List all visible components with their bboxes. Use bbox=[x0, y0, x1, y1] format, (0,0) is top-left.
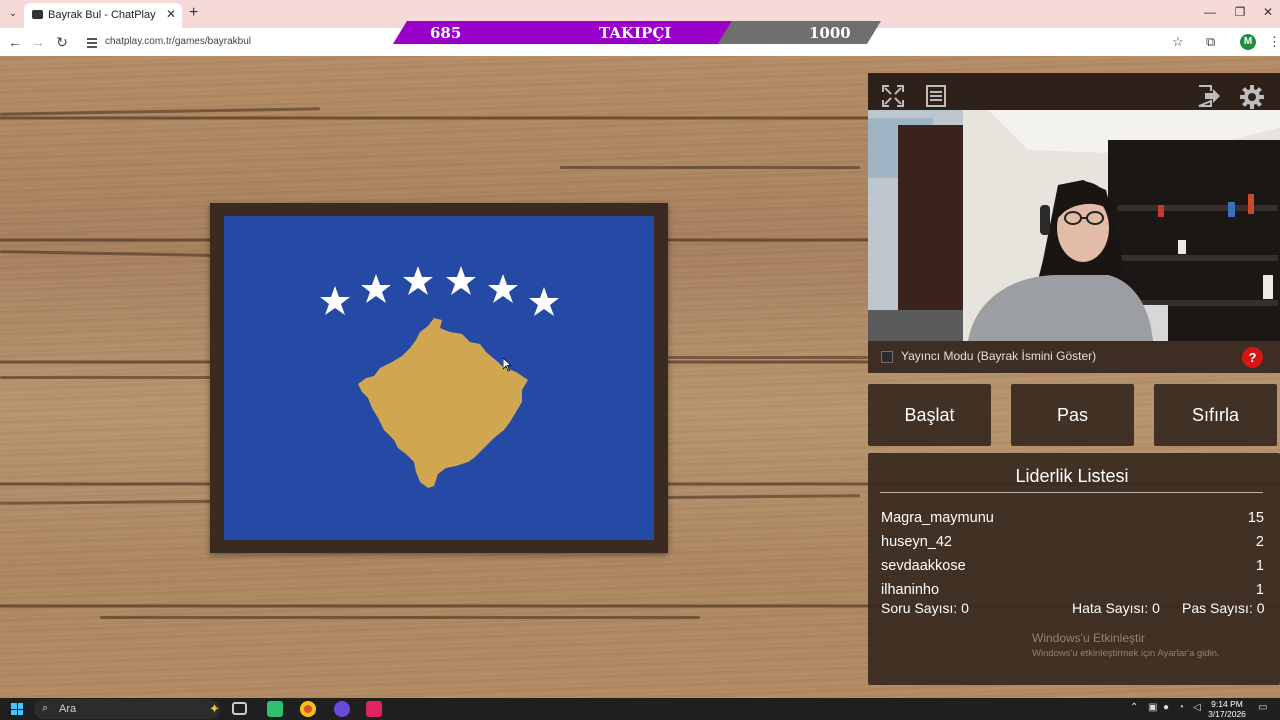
error-count: Hata Sayısı: 0 bbox=[1072, 600, 1160, 616]
close-window-icon[interactable]: ✕ bbox=[1258, 5, 1278, 19]
profile-avatar[interactable]: M bbox=[1240, 34, 1256, 50]
maximize-icon[interactable]: ❐ bbox=[1230, 5, 1250, 19]
follower-progress-bar: 685 TAKIPÇI 1000 bbox=[393, 21, 881, 44]
bookmark-star-icon[interactable]: ☆ bbox=[1172, 34, 1184, 50]
chrome-icon[interactable] bbox=[300, 701, 316, 717]
back-icon[interactable]: ← bbox=[6, 34, 24, 50]
pass-button[interactable]: Pas bbox=[1011, 384, 1134, 446]
question-count: Soru Sayısı: 0 bbox=[881, 600, 969, 616]
network-icon[interactable]: ▣ bbox=[1148, 702, 1157, 713]
wood-grain bbox=[0, 250, 216, 257]
menu-icon[interactable]: ⋮ bbox=[1268, 34, 1280, 50]
clock-time: 9:14 PM bbox=[1211, 699, 1243, 709]
system-clock[interactable]: 9:14 PM 3/17/2026 bbox=[1206, 699, 1248, 719]
wood-grain bbox=[100, 616, 700, 619]
task-view-icon[interactable] bbox=[232, 702, 247, 715]
wood-grain bbox=[0, 376, 210, 379]
tab-list-icon[interactable]: ⌄ bbox=[4, 5, 22, 23]
obs-icon[interactable] bbox=[334, 701, 350, 717]
volume-icon[interactable]: ◁ bbox=[1193, 702, 1201, 713]
flag-image bbox=[224, 216, 654, 540]
windows-activation-text: Windows'u etkinleştirmek için Ayarlar'a … bbox=[1032, 648, 1220, 659]
list-icon bbox=[926, 85, 946, 107]
taskbar-search[interactable]: ⌕ Ara ✦ bbox=[34, 699, 220, 719]
reset-button[interactable]: Sıfırla bbox=[1154, 384, 1277, 446]
flag-svg bbox=[224, 216, 654, 540]
leaderboard-row: huseyn_42 2 bbox=[881, 534, 1264, 556]
player-name: Magra_maymunu bbox=[881, 510, 994, 526]
clock-date: 3/17/2026 bbox=[1208, 709, 1246, 719]
exit-button[interactable] bbox=[1188, 78, 1228, 114]
player-score: 2 bbox=[1255, 534, 1264, 550]
game-area: Yayıncı Modu (Bayrak İsmini Göster) ? Ba… bbox=[0, 56, 1280, 698]
reload-icon[interactable]: ↻ bbox=[53, 34, 71, 50]
exit-icon bbox=[1198, 85, 1220, 107]
follower-label: TAKIPÇI bbox=[599, 24, 672, 42]
tray-chevron-icon[interactable]: ⌃ bbox=[1130, 702, 1138, 713]
list-button[interactable] bbox=[916, 78, 956, 114]
follower-goal: 1000 bbox=[809, 24, 851, 42]
search-icon: ⌕ bbox=[42, 702, 49, 714]
streamer-mode-row: Yayıncı Modu (Bayrak İsmini Göster) ? bbox=[868, 341, 1280, 373]
wifi-icon[interactable]: ◔ bbox=[1178, 702, 1184, 713]
leaderboard-row: sevdaakkose 1 bbox=[881, 558, 1264, 580]
taskbar: ⌕ Ara ✦ ⌃ ▣ ● ◔ ◁ 9:14 PM 3/17/2026 ▭ bbox=[0, 698, 1280, 720]
favicon-icon bbox=[32, 10, 43, 19]
site-info-icon[interactable] bbox=[86, 36, 98, 48]
windows-start-icon[interactable] bbox=[11, 703, 23, 715]
microphone-icon[interactable]: ● bbox=[1163, 702, 1169, 713]
windows-activation-title: Windows'u Etkinleştir bbox=[1032, 631, 1145, 645]
extensions-icon[interactable]: ⧉ bbox=[1206, 34, 1215, 50]
wood-grain bbox=[668, 356, 868, 359]
app-icon[interactable] bbox=[366, 701, 382, 717]
settings-button[interactable] bbox=[1231, 78, 1271, 114]
fullscreen-button[interactable] bbox=[873, 78, 913, 114]
minimize-icon[interactable]: — bbox=[1200, 5, 1220, 19]
player-score: 15 bbox=[1247, 510, 1264, 526]
player-score: 1 bbox=[1255, 558, 1264, 574]
help-icon[interactable]: ? bbox=[1242, 347, 1263, 368]
copilot-sparkle-icon: ✦ bbox=[209, 701, 220, 716]
leaderboard-title: Liderlik Listesi bbox=[1015, 466, 1129, 486]
fullscreen-icon bbox=[882, 85, 904, 107]
start-button[interactable]: Başlat bbox=[868, 384, 991, 446]
player-score: 1 bbox=[1255, 582, 1264, 598]
mouse-cursor-icon bbox=[503, 358, 511, 372]
notifications-icon[interactable]: ▭ bbox=[1258, 702, 1267, 713]
tab-title: Bayrak Bul - ChatPlay bbox=[48, 9, 156, 21]
wood-grain bbox=[560, 166, 860, 169]
app-icon[interactable] bbox=[267, 701, 283, 717]
browser-tab[interactable]: Bayrak Bul - ChatPlay ✕ bbox=[24, 3, 182, 28]
url-field[interactable]: chatplay.com.tr/games/bayrakbul bbox=[105, 36, 251, 47]
leaderboard-row: Magra_maymunu 15 bbox=[881, 510, 1264, 532]
wood-grain bbox=[0, 107, 321, 116]
settings-gear-icon bbox=[1240, 85, 1264, 109]
leaderboard-panel: Liderlik Listesi Magra_maymunu 15 huseyn… bbox=[868, 453, 1280, 685]
webcam-feed bbox=[868, 110, 1280, 341]
close-tab-icon[interactable]: ✕ bbox=[166, 7, 176, 21]
pass-count: Pas Sayısı: 0 bbox=[1182, 600, 1265, 616]
player-name: ilhaninho bbox=[881, 582, 940, 598]
search-placeholder: Ara bbox=[59, 703, 77, 715]
player-name: sevdaakkose bbox=[881, 558, 966, 574]
forward-icon[interactable]: → bbox=[29, 34, 47, 50]
webcam-container: Yayıncı Modu (Bayrak İsmini Göster) ? bbox=[868, 73, 1280, 373]
streamer-mode-label[interactable]: Yayıncı Modu (Bayrak İsmini Göster) bbox=[901, 349, 1096, 363]
new-tab-icon[interactable]: + bbox=[189, 4, 198, 22]
player-name: huseyn_42 bbox=[881, 534, 952, 550]
flag-frame bbox=[210, 203, 668, 553]
leaderboard-divider bbox=[880, 492, 1263, 493]
follower-count: 685 bbox=[430, 24, 462, 42]
streamer-mode-checkbox[interactable] bbox=[881, 351, 893, 363]
